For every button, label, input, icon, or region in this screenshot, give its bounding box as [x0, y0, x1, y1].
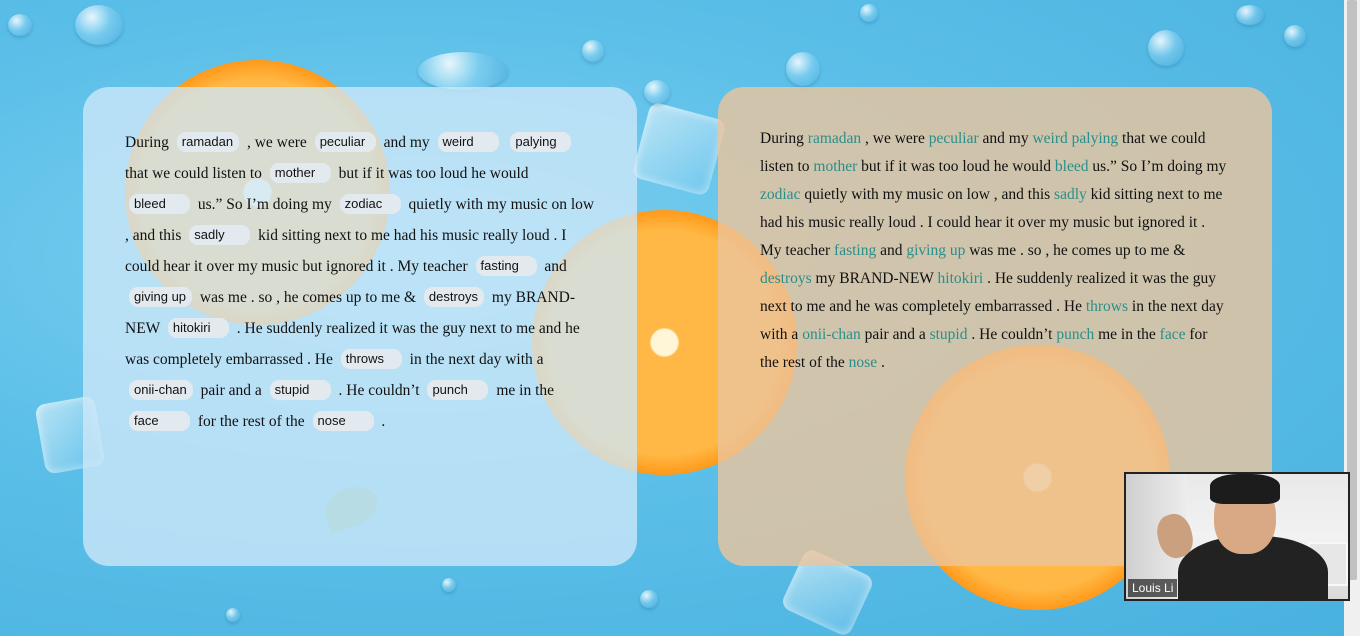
- story-text: and: [880, 242, 903, 259]
- completed-story: During ramadan , we were peculiar and my…: [760, 125, 1230, 377]
- story-text: was me . so , he comes up to me &: [969, 242, 1186, 259]
- filled-word: throws: [1085, 298, 1129, 315]
- water-drop: [226, 608, 240, 622]
- story-text: During: [125, 134, 169, 151]
- word-blank[interactable]: peculiar: [314, 132, 376, 152]
- word-blank[interactable]: palying: [510, 132, 572, 152]
- water-drop: [418, 52, 508, 90]
- story-text: that we could listen to: [125, 165, 262, 182]
- story-with-blanks: During ramadan , we were peculiar and my…: [125, 127, 595, 437]
- filled-word: bleed: [1054, 158, 1089, 175]
- story-text: During: [760, 130, 804, 147]
- filled-word: mother: [813, 158, 858, 175]
- word-blank[interactable]: onii-chan: [129, 380, 193, 400]
- filled-word: sadly: [1054, 186, 1087, 203]
- story-text: and my: [383, 134, 430, 151]
- story-text: , we were: [246, 134, 307, 151]
- water-drop: [442, 578, 456, 592]
- story-text: .: [381, 413, 386, 430]
- water-drop: [786, 52, 820, 86]
- filled-word: zodiac: [760, 186, 801, 203]
- water-drop: [1236, 5, 1264, 25]
- participant-name-label: Louis Li: [1128, 579, 1178, 597]
- ice-cube: [631, 101, 727, 197]
- filled-word: peculiar: [928, 130, 979, 147]
- fill-in-the-blank-panel: During ramadan , we were peculiar and my…: [83, 87, 637, 566]
- word-blank[interactable]: zodiac: [339, 194, 401, 214]
- word-blank[interactable]: weird: [437, 132, 499, 152]
- word-blank[interactable]: mother: [269, 163, 331, 183]
- story-text: pair and a: [864, 326, 926, 343]
- water-drop: [8, 14, 32, 36]
- story-text: us.” So I’m doing my: [197, 196, 332, 213]
- story-text: me in the: [1098, 326, 1156, 343]
- filled-word: weird palying: [1032, 130, 1119, 147]
- story-text: pair and a: [200, 382, 262, 399]
- word-blank[interactable]: ramadan: [176, 132, 240, 152]
- filled-word: face: [1159, 326, 1186, 343]
- filled-word: ramadan: [807, 130, 862, 147]
- story-text: and: [544, 258, 567, 275]
- story-text: in the next day with a: [409, 351, 544, 368]
- filled-word: destroys: [760, 270, 812, 287]
- filled-word: nose: [848, 354, 878, 371]
- story-text: , we were: [865, 130, 925, 147]
- story-text: but if it was too loud he would: [861, 158, 1052, 175]
- word-blank[interactable]: fasting: [475, 256, 537, 276]
- filled-word: punch: [1056, 326, 1095, 343]
- water-drop: [644, 80, 670, 104]
- story-text: but if it was too loud he would: [338, 165, 529, 182]
- story-text: . He couldn’t: [971, 326, 1053, 343]
- story-text: for the rest of the: [197, 413, 305, 430]
- story-text: and my: [982, 130, 1029, 147]
- story-text: quietly with my music on low , and this: [804, 186, 1051, 203]
- word-blank[interactable]: stupid: [269, 380, 331, 400]
- water-drop: [1148, 30, 1184, 66]
- water-drop: [860, 4, 878, 22]
- word-blank[interactable]: punch: [427, 380, 489, 400]
- filled-word: hitokiri: [937, 270, 984, 287]
- story-text: . He couldn’t: [338, 382, 420, 399]
- story-text: my BRAND-NEW: [815, 270, 934, 287]
- word-blank[interactable]: nose: [312, 411, 374, 431]
- filled-word: stupid: [929, 326, 968, 343]
- word-blank[interactable]: destroys: [423, 287, 485, 307]
- story-text: me in the: [496, 382, 555, 399]
- word-blank[interactable]: giving up: [129, 287, 193, 307]
- story-text: was me . so , he comes up to me &: [199, 289, 417, 306]
- story-text: .: [880, 354, 885, 371]
- word-blank[interactable]: bleed: [129, 194, 190, 214]
- word-blank[interactable]: hitokiri: [167, 318, 229, 338]
- water-drop: [75, 5, 123, 45]
- word-blank[interactable]: sadly: [189, 225, 251, 245]
- word-blank[interactable]: throws: [340, 349, 402, 369]
- word-blank[interactable]: face: [129, 411, 190, 431]
- filled-word: giving up: [906, 242, 966, 259]
- water-drop: [1284, 25, 1306, 47]
- filled-word: onii-chan: [802, 326, 861, 343]
- water-drop: [582, 40, 604, 62]
- participant-video-tile[interactable]: Louis Li: [1124, 472, 1350, 601]
- filled-word: fasting: [834, 242, 877, 259]
- water-drop: [640, 590, 658, 608]
- story-text: us.” So I’m doing my: [1092, 158, 1227, 175]
